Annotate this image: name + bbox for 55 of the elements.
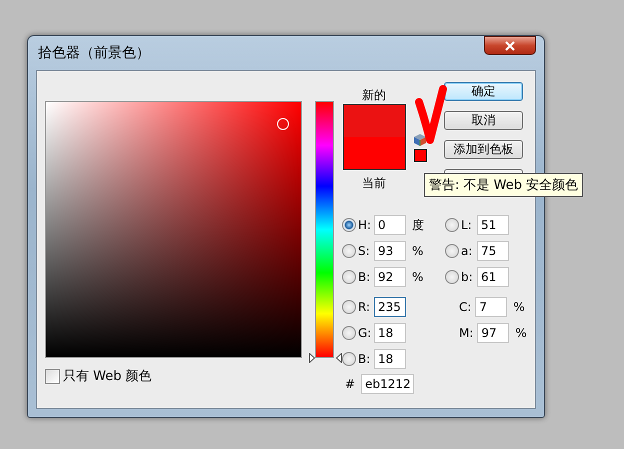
value-input[interactable]: 51 — [477, 215, 509, 235]
unit-label: % — [412, 244, 424, 258]
value-input[interactable]: 75 — [477, 241, 509, 261]
color-field[interactable] — [45, 101, 302, 358]
radio-button[interactable] — [445, 244, 459, 258]
value-input[interactable]: 93 — [374, 241, 406, 261]
checkbox-label: 只有 Web 颜色 — [63, 368, 152, 385]
radio-button[interactable] — [342, 244, 356, 258]
radio-button[interactable] — [342, 270, 356, 284]
field-label: a: — [461, 244, 474, 258]
field-label: b: — [461, 270, 474, 284]
value-input[interactable]: 18 — [374, 349, 406, 369]
hue-slider-handle[interactable] — [309, 353, 342, 363]
field-label: S: — [358, 244, 371, 258]
radio-button[interactable] — [342, 352, 356, 366]
close-icon — [504, 40, 516, 50]
value-input[interactable]: 7 — [475, 297, 508, 317]
radio-button[interactable] — [342, 218, 356, 232]
unit-label: % — [412, 270, 424, 284]
radio-button[interactable] — [342, 300, 356, 314]
field-label: B: — [358, 270, 372, 284]
current-color-label: 当前 — [362, 175, 386, 192]
field-label: G: — [358, 326, 372, 340]
hex-label: # — [345, 377, 356, 391]
field-label: M: — [459, 326, 474, 340]
cube-icon[interactable] — [413, 133, 427, 147]
dialog-button[interactable]: 确定 — [444, 82, 523, 101]
field-label: L: — [461, 218, 473, 232]
radio-button[interactable] — [445, 270, 459, 284]
value-input[interactable]: 92 — [374, 267, 406, 287]
dialog-button[interactable]: 取消 — [444, 111, 523, 130]
close-button[interactable] — [484, 36, 536, 55]
warning-tooltip: 警告: 不是 Web 安全颜色 — [424, 173, 584, 197]
color-marker[interactable] — [277, 118, 289, 130]
hex-input[interactable]: eb1212 — [361, 374, 414, 394]
window-title: 拾色器（前景色） — [37, 44, 150, 62]
field-label: R: — [358, 300, 372, 314]
value-input[interactable]: 18 — [374, 323, 406, 343]
value-input[interactable]: 97 — [477, 323, 510, 343]
new-color-label: 新的 — [362, 87, 386, 104]
unit-label: 度 — [412, 216, 424, 234]
value-input[interactable]: 235 — [374, 297, 406, 317]
hue-strip[interactable] — [315, 101, 334, 358]
field-label: C: — [459, 300, 472, 314]
field-label: H: — [358, 218, 372, 232]
unit-label: % — [515, 326, 527, 340]
radio-button[interactable] — [445, 218, 459, 232]
field-label: B: — [358, 352, 372, 366]
unit-label: % — [513, 300, 525, 314]
dialog-button[interactable]: 添加到色板 — [444, 140, 523, 159]
warning-swatch[interactable] — [414, 149, 426, 162]
radio-button[interactable] — [342, 326, 356, 340]
value-input[interactable]: 0 — [374, 215, 406, 235]
value-input[interactable]: 61 — [477, 267, 509, 287]
checkbox[interactable] — [45, 368, 60, 384]
